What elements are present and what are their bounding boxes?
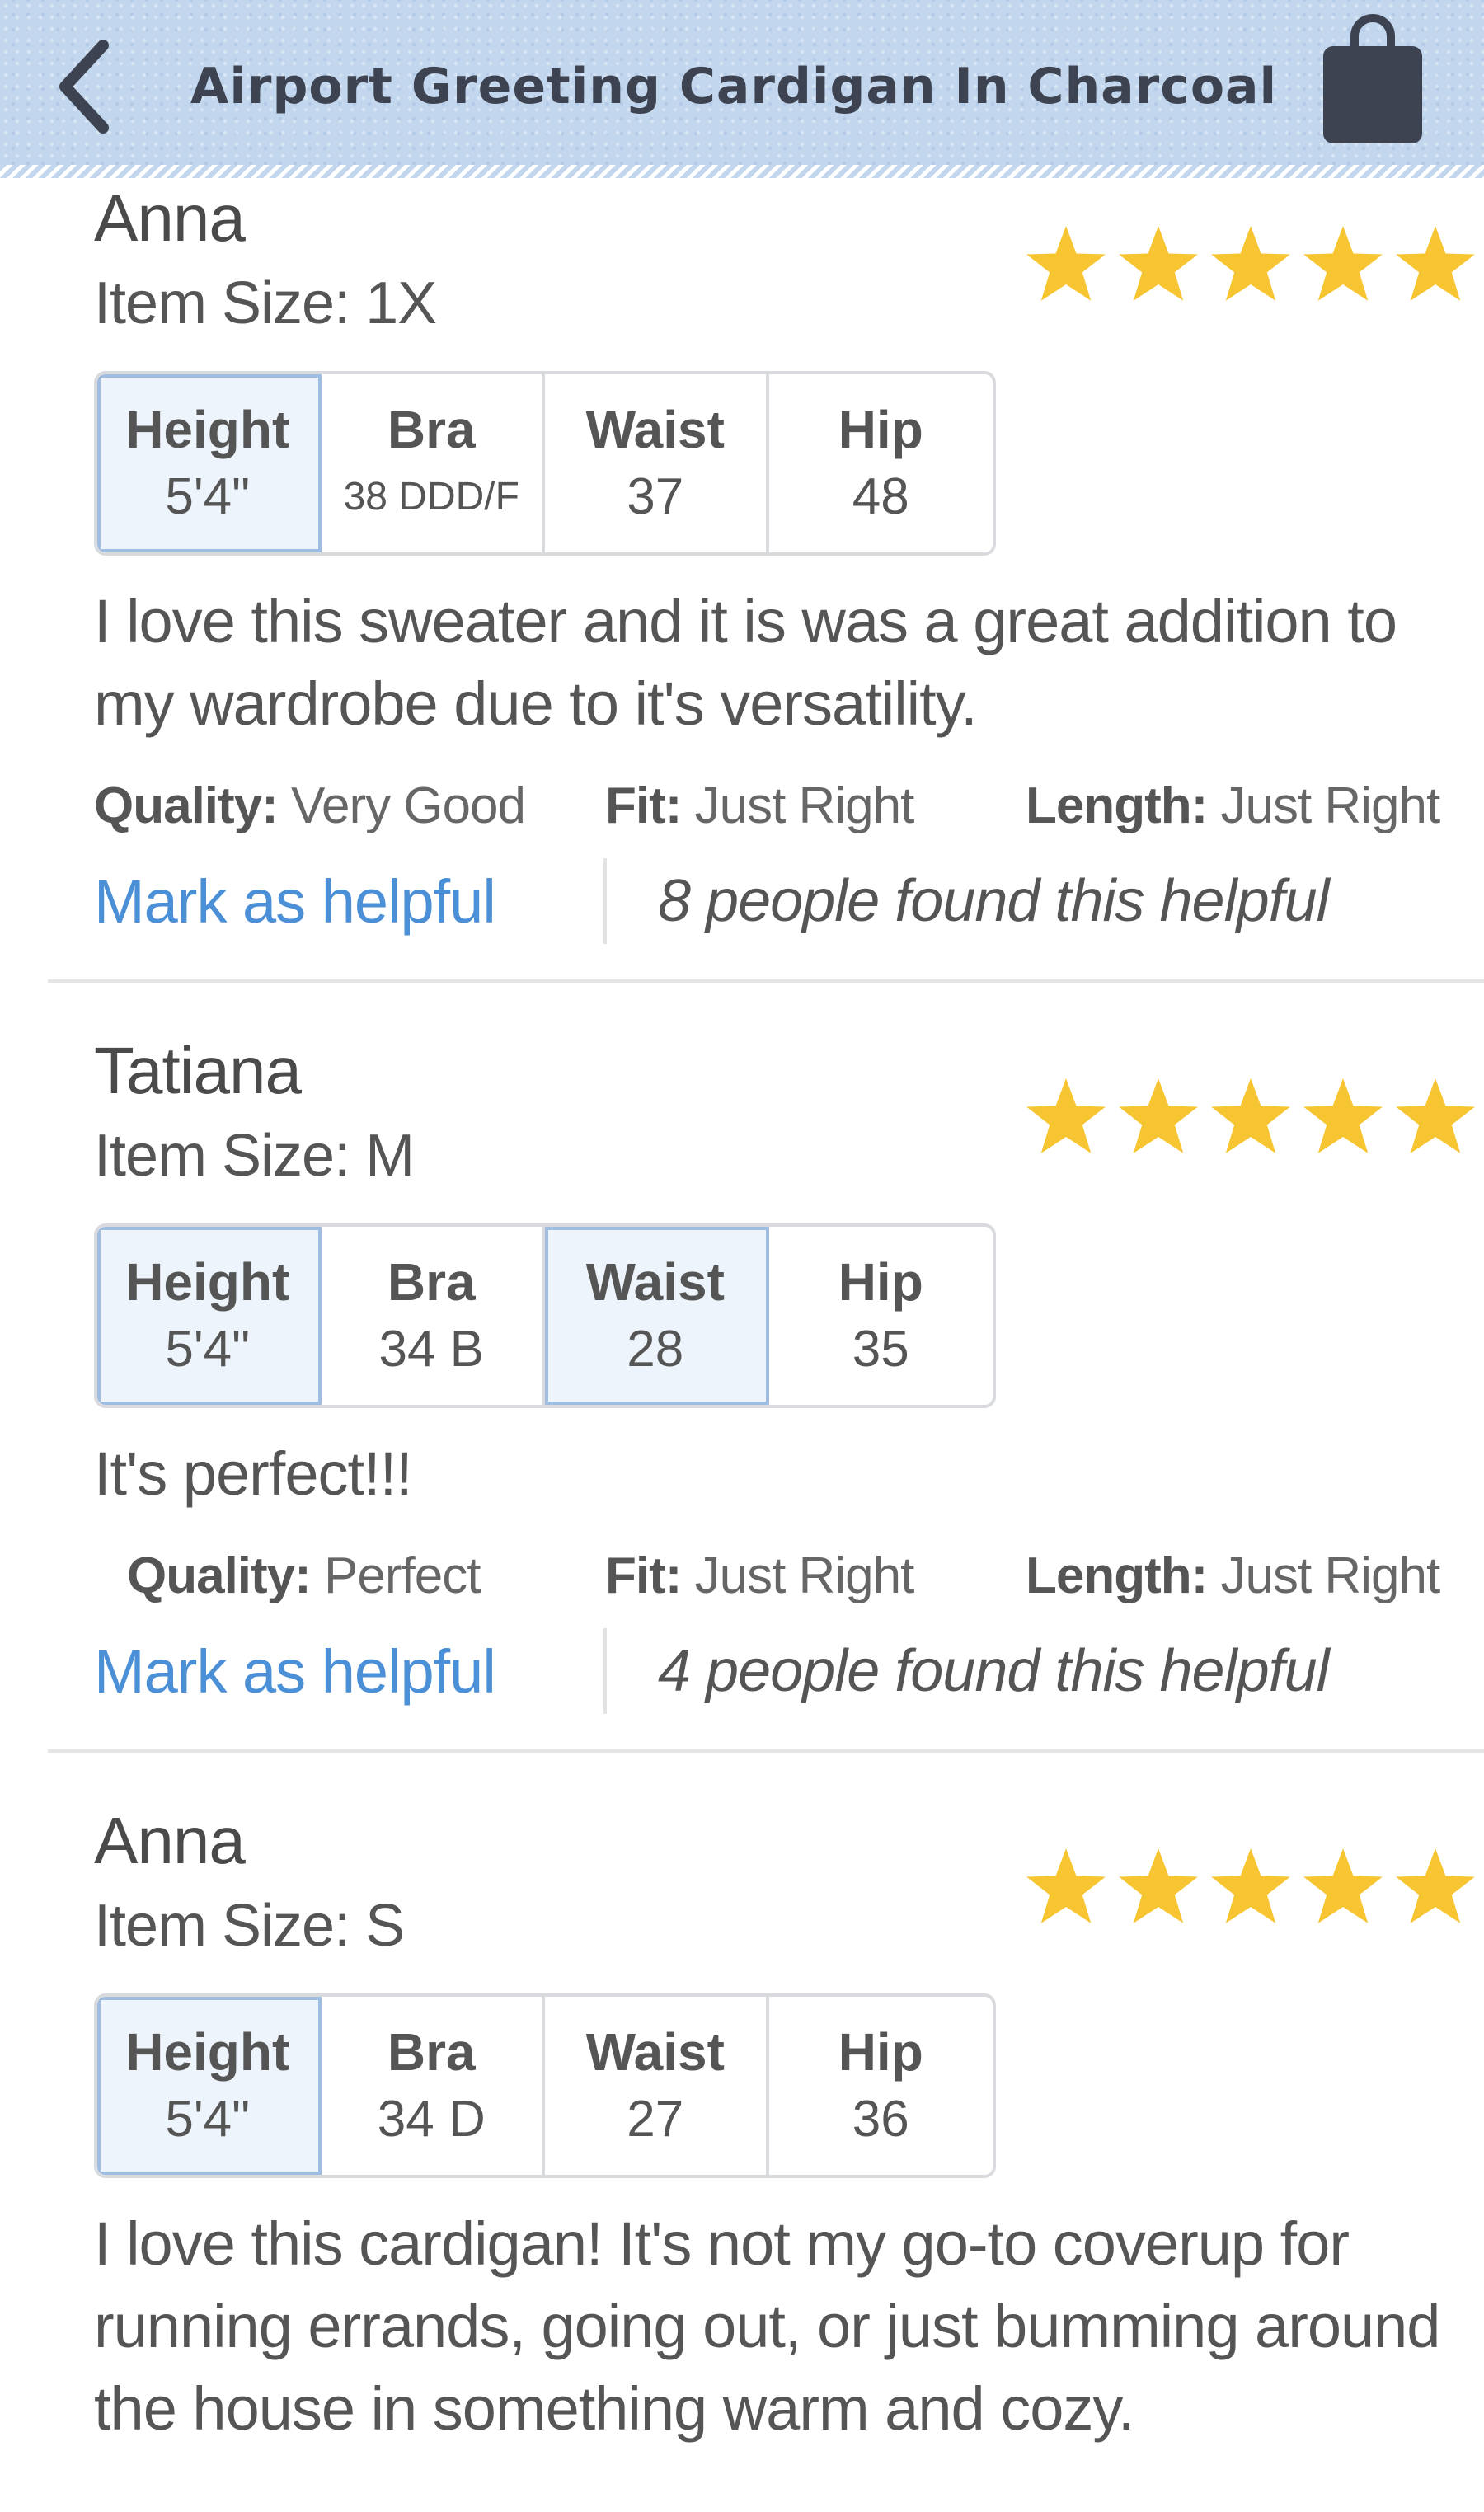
length-rating: Length: Just Right [1026,1535,1441,1618]
star-icon [1303,1848,1383,1923]
measurement-bra: Bra 38 DDD/F [321,374,545,552]
helpful-separator [603,858,607,944]
length-value: Just Right [1220,1547,1441,1604]
measurement-label: Hip [838,400,923,459]
measurement-label: Waist [585,2022,725,2082]
review-divider [48,1749,1484,1753]
measurement-height: Height 5'4" [97,1227,322,1405]
star-icon [1211,226,1290,301]
star-icon [1396,1078,1475,1153]
quality-value: Very Good [291,777,526,834]
fit-label: Fit: [605,1547,682,1604]
helpful-count: 4 people found this helpful [658,1638,1330,1704]
helpful-separator [603,1628,607,1714]
measurement-bra: Bra 34 D [321,1997,545,2175]
fit-value: Just Right [694,777,915,834]
mark-helpful-link[interactable]: Mark as helpful [94,866,603,937]
shopping-bag-icon [1323,14,1422,143]
measurement-label: Hip [838,1252,923,1312]
measurement-value: 27 [627,2091,684,2148]
length-value: Just Right [1220,777,1441,834]
review-divider [48,979,1484,983]
star-icon [1119,1848,1198,1923]
measurement-value: 28 [627,1321,684,1378]
measurement-label: Waist [585,400,725,459]
measurement-value: 34 D [377,2091,486,2148]
measurement-value: 5'4" [165,2091,251,2148]
measurement-label: Bra [387,1252,476,1312]
measurement-hip: Hip 36 [768,1997,993,2175]
helpful-row: Mark as helpful 8 people found this help… [94,856,1484,946]
measurement-label: Height [125,1252,290,1312]
measurement-value: 5'4" [165,1321,251,1378]
measurement-label: Height [125,2022,290,2082]
star-rating [1022,223,1479,305]
star-icon [1211,1848,1290,1923]
fit-value: Just Right [694,1547,915,1604]
back-button[interactable] [48,33,122,140]
chevron-left-icon [59,40,109,134]
review-card: Anna Item Size: 1X Height 5'4" Bra 38 DD… [0,173,1484,946]
fit-rating: Fit: Just Right [605,765,1026,848]
quality-label: Quality: [94,777,279,834]
helpful-row: Mark as helpful 4 people found this help… [94,1626,1484,1716]
measurement-label: Bra [387,400,476,459]
measurement-value: 38 DDD/F [343,475,519,519]
measurement-hip: Hip 48 [768,374,993,552]
review-text: I love this cardigan! It's not my go-to … [94,2209,1440,2443]
review-card: Anna Item Size: S Height 5'4" Bra 34 D W… [0,1796,1484,2450]
star-rating [1022,1075,1479,1157]
star-icon [1396,1848,1475,1923]
measurement-label: Height [125,400,290,459]
helpful-count: 8 people found this helpful [658,868,1330,934]
fit-label: Fit: [605,777,682,834]
reviews-list: Anna Item Size: 1X Height 5'4" Bra 38 DD… [0,173,1484,2450]
measurement-value: 5'4" [165,468,251,525]
quality-rating: Quality: Very Good [94,765,605,848]
star-icon [1211,1078,1290,1153]
quality-value: Perfect [324,1547,481,1604]
star-icon [1119,1078,1198,1153]
star-icon [1026,1078,1106,1153]
measurements-table: Height 5'4" Bra 34 D Waist 27 Hip 36 [94,1993,996,2178]
star-icon [1026,226,1106,301]
star-icon [1119,226,1198,301]
measurement-value: 48 [852,468,909,525]
measurement-value: 35 [852,1321,909,1378]
star-icon [1026,1848,1106,1923]
measurement-value: 34 B [378,1321,485,1378]
length-label: Length: [1026,777,1208,834]
length-rating: Length: Just Right [1026,765,1441,848]
star-icon [1396,226,1475,301]
review-card: Tatiana Item Size: M Height 5'4" Bra 34 … [0,1026,1484,1716]
star-rating [1022,1845,1479,1927]
measurement-label: Hip [838,2022,923,2082]
fit-ratings: Quality: Perfect Fit: Just Right Length:… [94,1535,1484,1618]
measurement-value: 36 [852,2091,909,2148]
mark-helpful-link[interactable]: Mark as helpful [94,1636,603,1707]
measurement-hip: Hip 35 [768,1227,993,1405]
measurements-table: Height 5'4" Bra 38 DDD/F Waist 37 Hip 48 [94,371,996,556]
shopping-bag-button[interactable] [1315,8,1430,148]
star-icon [1303,1078,1383,1153]
measurement-bra: Bra 34 B [321,1227,545,1405]
review-text: I love this sweater and it is was a grea… [94,587,1397,738]
measurement-value: 37 [627,468,684,525]
page-title: Airport Greeting Cardigan In Charcoal [190,58,1278,115]
review-text: It's perfect!!! [94,1439,413,1508]
measurements-table: Height 5'4" Bra 34 B Waist 28 Hip 35 [94,1223,996,1408]
length-label: Length: [1026,1547,1208,1604]
fit-rating: Fit: Just Right [605,1535,1026,1618]
quality-label: Quality: [127,1547,312,1604]
measurement-height: Height 5'4" [97,374,322,552]
measurement-waist: Waist 27 [545,1997,769,2175]
measurement-height: Height 5'4" [97,1997,322,2175]
measurement-label: Bra [387,2022,476,2082]
quality-rating: Quality: Perfect [94,1535,605,1618]
star-icon [1303,226,1383,301]
measurement-waist: Waist 28 [545,1227,769,1405]
fit-ratings: Quality: Very Good Fit: Just Right Lengt… [94,765,1484,848]
measurement-label: Waist [585,1252,725,1312]
measurement-waist: Waist 37 [545,374,769,552]
